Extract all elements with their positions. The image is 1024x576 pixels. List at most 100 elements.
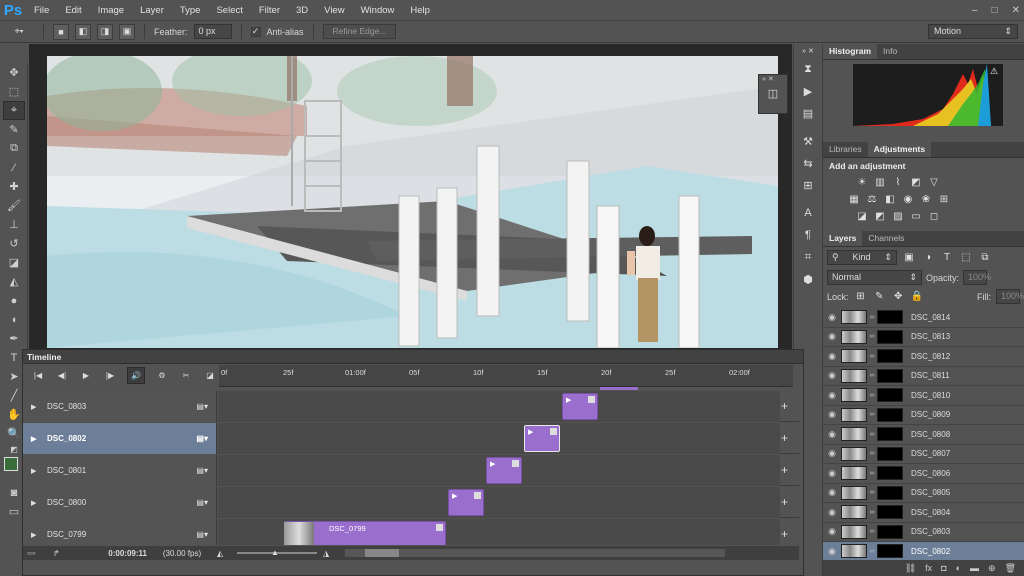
marquee-tool-icon[interactable]: ⬚ (3, 82, 25, 101)
menu-edit[interactable]: Edit (57, 5, 89, 16)
add-media-icon[interactable]: + (781, 431, 788, 445)
video-clip[interactable]: ▶DSC_0799 (284, 521, 446, 545)
add-selection-icon[interactable]: ◧ (75, 23, 91, 40)
visibility-eye-icon[interactable]: ◉ (823, 468, 841, 479)
lock-all-icon[interactable]: 🔒 (910, 290, 924, 303)
document-canvas[interactable] (47, 56, 778, 348)
visibility-eye-icon[interactable]: ◉ (823, 546, 841, 557)
filmstrip-icon[interactable]: ▤▾ (196, 530, 208, 539)
filter-smart-icon[interactable]: ⧉ (978, 251, 992, 264)
render-icon[interactable]: ↱ (53, 549, 83, 558)
new-layer-icon[interactable]: ⊕ (988, 563, 996, 574)
expand-triangle-icon[interactable]: ▶ (31, 499, 43, 507)
tab-layers[interactable]: Layers (823, 231, 863, 246)
history-brush-tool-icon[interactable]: ↺ (3, 234, 25, 253)
visibility-eye-icon[interactable]: ◉ (823, 487, 841, 498)
chain-link-icon[interactable]: ∞ (867, 509, 877, 516)
track-area[interactable]: ▶ (218, 455, 780, 486)
maximize-button[interactable]: □ (992, 5, 998, 16)
photo-filter-icon[interactable]: ◉ (901, 193, 915, 206)
subtract-selection-icon[interactable]: ◨ (97, 23, 113, 40)
add-media-icon[interactable]: + (781, 495, 788, 509)
layer-row-1[interactable]: ◉ ∞ DSC_0813 (823, 328, 1024, 347)
track-label[interactable]: ▶ DSC_0801 ▤▾ (23, 455, 217, 486)
exposure-icon[interactable]: ◩ (909, 176, 923, 189)
clone-stamp-tool-icon[interactable]: ⊥ (3, 215, 25, 234)
lock-position-icon[interactable]: ✥ (891, 290, 905, 303)
video-clip[interactable]: ▶ (562, 393, 598, 420)
actions-play-icon[interactable]: ▶ (797, 82, 819, 100)
convert-frame-icon[interactable]: ▫▫▫ (23, 549, 53, 558)
go-to-first-frame-icon[interactable]: |◀ (31, 368, 45, 382)
visibility-eye-icon[interactable]: ◉ (823, 526, 841, 537)
dodge-tool-icon[interactable]: ◖ (3, 310, 25, 329)
filter-pixel-icon[interactable]: ▣ (902, 251, 916, 264)
visibility-eye-icon[interactable]: ◉ (823, 507, 841, 518)
new-adjustment-icon[interactable]: ◐ (956, 563, 961, 573)
paint-bucket-tool-icon[interactable]: ◭ (3, 272, 25, 291)
quick-selection-tool-icon[interactable]: ✎ (3, 120, 25, 139)
intersect-selection-icon[interactable]: ▣ (119, 23, 135, 40)
track-area[interactable]: ▶DSC_0799 (218, 519, 780, 545)
track-label[interactable]: ▶ DSC_0802 ▤▾ (23, 423, 217, 454)
zoom-out-icon[interactable]: ◭ (217, 549, 237, 558)
timeline-track-4[interactable]: ▶DSC_0799▤▾ ▶DSC_0799 + (23, 519, 799, 545)
layer-style-icon[interactable]: fx (925, 563, 932, 573)
hue-saturation-icon[interactable]: ▦ (847, 193, 861, 206)
chain-link-icon[interactable]: ∞ (867, 528, 877, 535)
invert-icon[interactable]: ◪ (855, 210, 869, 223)
layer-row-10[interactable]: ◉ ∞ DSC_0804 (823, 503, 1024, 523)
glyphs-icon[interactable]: ⌗ (797, 248, 819, 266)
tab-histogram[interactable]: Histogram (823, 44, 878, 59)
menu-layer[interactable]: Layer (132, 5, 172, 16)
eraser-tool-icon[interactable]: ◪ (3, 253, 25, 272)
feather-input[interactable]: 0 px (193, 24, 232, 39)
new-group-icon[interactable]: ▬ (970, 563, 979, 573)
video-clip[interactable]: ▶ (524, 425, 560, 452)
menu-window[interactable]: Window (353, 5, 403, 16)
channel-mixer-icon[interactable]: ❀ (919, 193, 933, 206)
menu-image[interactable]: Image (90, 5, 132, 16)
pen-tool-icon[interactable]: ✒ (3, 329, 25, 348)
visibility-eye-icon[interactable]: ◉ (823, 390, 841, 401)
play-icon[interactable]: ▶ (79, 368, 93, 382)
menu-3d[interactable]: 3D (288, 5, 316, 16)
chain-link-icon[interactable]: ∞ (867, 489, 877, 496)
zoom-in-icon[interactable]: ◮ (317, 549, 337, 558)
chain-link-icon[interactable]: ∞ (867, 450, 877, 457)
tool-presets-icon[interactable]: ⚒ (797, 132, 819, 150)
chain-link-icon[interactable]: ∞ (867, 392, 877, 399)
vibrance-icon[interactable]: ▽ (927, 176, 941, 189)
visibility-eye-icon[interactable]: ◉ (823, 409, 841, 420)
zoom-slider-thumb-icon[interactable]: ▲ (271, 548, 279, 557)
swatches-icon[interactable]: ▤ (797, 104, 819, 122)
properties-icon[interactable]: ◫ (759, 87, 787, 100)
menu-help[interactable]: Help (402, 5, 438, 16)
menu-select[interactable]: Select (208, 5, 250, 16)
expand-triangle-icon[interactable]: ▶ (31, 403, 43, 411)
expand-triangle-icon[interactable]: ▶ (31, 467, 43, 475)
refine-edge-button[interactable]: Refine Edge... (322, 24, 397, 39)
zoom-slider[interactable]: ▲ (237, 548, 317, 557)
track-area[interactable]: ▶ (218, 423, 780, 454)
settings-gear-icon[interactable]: ⚙ (155, 368, 169, 382)
menu-type[interactable]: Type (172, 5, 209, 16)
timeline-track-1[interactable]: ▶ DSC_0802 ▤▾ ▶ + (23, 423, 799, 454)
track-label[interactable]: ▶ DSC_0799 ▤▾ (23, 519, 217, 545)
add-media-icon[interactable]: + (781, 527, 788, 541)
video-clip[interactable]: ▶ (486, 457, 522, 484)
track-label[interactable]: ▶ DSC_0800 ▤▾ (23, 487, 217, 518)
visibility-eye-icon[interactable]: ◉ (823, 331, 841, 342)
layer-row-3[interactable]: ◉ ∞ DSC_0811 (823, 367, 1024, 386)
chain-link-icon[interactable]: ∞ (867, 314, 877, 321)
layer-row-8[interactable]: ◉ ∞ DSC_0806 (823, 464, 1024, 484)
visibility-eye-icon[interactable]: ◉ (823, 370, 841, 381)
visibility-eye-icon[interactable]: ◉ (823, 448, 841, 459)
chain-link-icon[interactable]: ∞ (867, 470, 877, 477)
filter-type-icon[interactable]: T (940, 251, 954, 264)
filmstrip-icon[interactable]: ▤▾ (196, 434, 208, 443)
close-button[interactable]: ✕ (1012, 5, 1020, 16)
brush-settings-icon[interactable]: ⇆ (797, 154, 819, 172)
timeline-ruler[interactable]: 0f 25f 01:00f 05f 10f 15f 20f 25f 02:00f (219, 365, 793, 387)
character-icon[interactable]: A (797, 204, 819, 222)
